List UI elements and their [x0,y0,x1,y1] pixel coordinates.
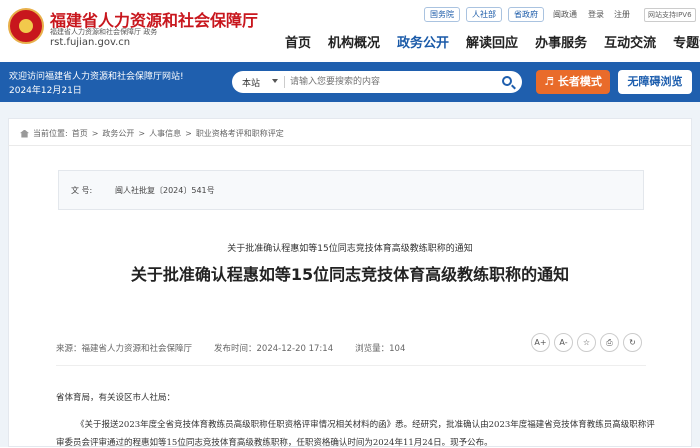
welcome-text: 欢迎访问福建省人力资源和社会保障厅网站! 2024年12月21日 [9,70,184,98]
doc-number-box: 文 号: 闽人社批复〔2024〕541号 [58,170,644,210]
share-icon[interactable]: ↻ [623,333,642,352]
article-source: 来源：福建省人力资源和社会保障厅 [56,344,193,354]
article-title: 关于批准确认程惠如等15位同志竞技体育高级教练职称的通知 [130,265,570,284]
doc-number-value: 闽人社批复〔2024〕541号 [115,186,215,195]
article-subtitle: 关于批准确认程惠如等15位同志竞技体育高级教练职称的通知 [227,244,473,254]
breadcrumb: 当前位置: 首页 > 政务公开 > 人事信息 > 职业资格考评和职称评定 [20,128,284,139]
emblem-logo-icon [8,8,44,44]
star-icon[interactable]: ☆ [577,333,596,352]
site-subtitle: 福建省人力资源和社会保障厅 政务 [50,28,158,36]
minzhengtong-link[interactable]: 闽政通 [553,9,577,20]
nav-home[interactable]: 首页 [285,32,311,51]
print-icon[interactable]: ⎙ [600,333,619,352]
breadcrumb-gov-affairs[interactable]: 政务公开 [102,128,134,139]
nav-topics[interactable]: 专题专栏 [673,32,700,51]
chevron-down-icon[interactable] [272,79,278,83]
article-published: 发布时间：2024-12-20 17:14 [214,344,334,354]
breadcrumb-home[interactable]: 首页 [72,128,88,139]
main-nav: 首页 机构概况 政务公开 解读回应 办事服务 互动交流 专题专栏 [285,32,700,51]
welcome-message: 欢迎访问福建省人力资源和社会保障厅网站! [9,72,184,82]
home-icon [20,129,29,138]
article-body-line: 《关于报送2023年度全省竞技体育教练员高级职称任职资格评审情况相关材料的函》悉… [76,420,655,430]
breadcrumb-sep-icon: > [138,129,146,138]
accessibility-button[interactable]: 无障碍浏览 [618,70,692,94]
font-increase-icon[interactable]: A+ [531,333,550,352]
divider [8,145,692,146]
nav-services[interactable]: 办事服务 [535,32,587,51]
nav-about[interactable]: 机构概况 [328,32,380,51]
search-bar: 本站 [232,71,522,93]
article-body-line: 审委员会评审通过的程惠如等15位同志竞技体育高级教练职称，任职资格确认时间为20… [56,438,493,448]
search-scope-select[interactable]: 本站 [242,76,260,89]
nav-gov-affairs[interactable]: 政务公开 [397,32,449,51]
article-views: 浏览量：104 [355,344,406,354]
doc-number-label: 文 号: [71,186,93,195]
breadcrumb-title-eval[interactable]: 职业资格考评和职称评定 [196,128,284,139]
top-link-renshebu[interactable]: 人社部 [466,7,502,22]
divider [284,76,285,88]
current-date: 2024年12月21日 [9,86,82,96]
nav-interaction[interactable]: 互动交流 [604,32,656,51]
article-tools: A+ A- ☆ ⎙ ↻ [531,333,642,352]
top-link-guowuyuan[interactable]: 国务院 [424,7,460,22]
font-decrease-icon[interactable]: A- [554,333,573,352]
site-url: rst.fujian.gov.cn [50,37,131,48]
nav-interpretation[interactable]: 解读回应 [466,32,518,51]
elder-mode-label: 长者模式 [557,75,602,88]
breadcrumb-sep-icon: > [185,129,192,138]
register-link[interactable]: 注册 [614,9,630,20]
top-links: 国务院 人社部 省政府 [424,7,544,22]
breadcrumb-personnel[interactable]: 人事信息 [149,128,181,139]
article-meta: 来源：福建省人力资源和社会保障厅 发布时间：2024-12-20 17:14 浏… [56,342,405,354]
site-header: 福建省人力资源和社会保障厅 福建省人力资源和社会保障厅 政务 rst.fujia… [0,0,700,62]
search-input[interactable] [290,74,490,90]
breadcrumb-label: 当前位置: [33,129,68,138]
article-salutation: 省体育局，有关设区市人社局： [56,393,176,403]
breadcrumb-sep-icon: > [91,129,99,138]
ipv6-badge: 网站支持IPV6 [644,8,696,22]
login-link[interactable]: 登录 [588,9,604,20]
elder-mode-button[interactable]: ♬ 长者模式 [536,70,610,94]
divider [56,365,646,366]
search-icon[interactable] [502,76,512,86]
top-link-shengzhengfu[interactable]: 省政府 [508,7,544,22]
